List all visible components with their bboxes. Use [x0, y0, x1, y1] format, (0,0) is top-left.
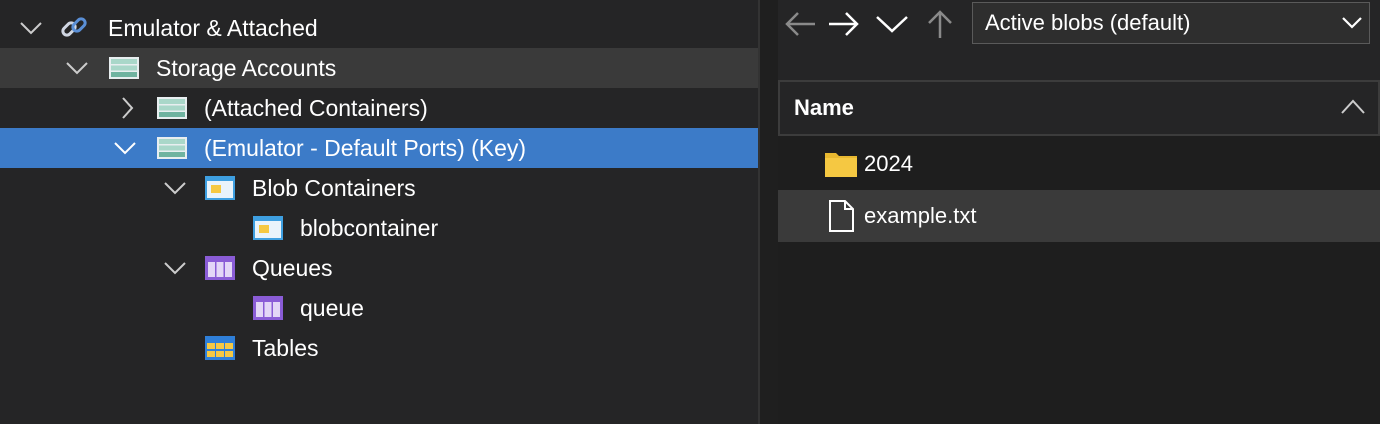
- column-header-name[interactable]: Name: [778, 80, 1380, 136]
- blob-view-select[interactable]: Active blobs (default): [972, 2, 1370, 44]
- tree-node-label: Emulator & Attached: [108, 14, 318, 41]
- chevron-down-icon[interactable]: [64, 55, 90, 81]
- arrow-left-icon: [785, 12, 815, 36]
- back-button[interactable]: [782, 6, 818, 42]
- blob-container-icon: [204, 176, 236, 200]
- blob-container-icon: [252, 216, 284, 240]
- storage-account-icon: [156, 136, 188, 160]
- tree-node-queues[interactable]: Queues: [0, 248, 758, 288]
- tree-node-attached-containers[interactable]: (Attached Containers): [0, 88, 758, 128]
- tree-node-queue[interactable]: queue: [0, 288, 758, 328]
- tree-node-label: blobcontainer: [300, 214, 439, 241]
- chevron-down-icon: [876, 16, 908, 33]
- arrow-up-icon: [928, 10, 952, 38]
- tree-node-label: (Attached Containers): [204, 94, 428, 121]
- list-item[interactable]: 2024: [778, 138, 1380, 190]
- link-icon: [58, 16, 90, 40]
- view-select-value: Active blobs (default): [985, 10, 1191, 35]
- tree-node-label: Storage Accounts: [156, 54, 337, 81]
- chevron-right-icon[interactable]: [114, 95, 140, 121]
- tree-node-blobcontainer[interactable]: blobcontainer: [0, 208, 758, 248]
- list-item-name: 2024: [864, 151, 913, 176]
- explorer-tree: Emulator & Attached Storage Accounts (At…: [0, 0, 758, 424]
- tree-node-storage-accounts[interactable]: Storage Accounts: [0, 48, 758, 88]
- chevron-down-icon[interactable]: [162, 175, 188, 201]
- chevron-down-icon: [1341, 13, 1363, 39]
- chevron-down-icon[interactable]: [112, 135, 138, 161]
- arrow-right-icon: [829, 12, 859, 36]
- up-button[interactable]: [922, 6, 958, 42]
- queue-icon: [252, 296, 284, 320]
- chevron-down-icon[interactable]: [162, 255, 188, 281]
- tree-node-tables[interactable]: Tables: [0, 328, 758, 368]
- tree-node-label: (Emulator - Default Ports) (Key): [204, 134, 527, 161]
- sort-ascending-icon[interactable]: [1340, 98, 1366, 121]
- divider-line: [758, 0, 760, 424]
- table-icon: [204, 336, 236, 360]
- tree-node-blob-containers[interactable]: Blob Containers: [0, 168, 758, 208]
- tree-node-label: Tables: [252, 334, 319, 361]
- chevron-down-icon[interactable]: [18, 15, 44, 41]
- blob-list: Name 2024 example.txt: [778, 80, 1380, 424]
- tree-node-emulator-default-ports[interactable]: (Emulator - Default Ports) (Key): [0, 128, 758, 168]
- blob-browser-panel: Active blobs (default) Name 2024 example…: [778, 0, 1380, 424]
- storage-account-icon: [156, 96, 188, 120]
- list-item-name: example.txt: [864, 203, 977, 228]
- forward-button[interactable]: [826, 6, 862, 42]
- folder-icon: [824, 148, 858, 180]
- tree-node-emulator-attached[interactable]: Emulator & Attached: [0, 8, 758, 48]
- file-icon: [824, 200, 858, 232]
- tree-node-label: Blob Containers: [252, 174, 416, 201]
- panel-splitter[interactable]: [758, 0, 778, 424]
- queue-icon: [204, 256, 236, 280]
- tree-node-label: Queues: [252, 254, 333, 281]
- tree-node-label: queue: [300, 294, 364, 321]
- list-item[interactable]: example.txt: [778, 190, 1380, 242]
- expand-button[interactable]: [874, 6, 910, 42]
- column-header-label: Name: [794, 95, 854, 120]
- storage-account-icon: [108, 56, 140, 80]
